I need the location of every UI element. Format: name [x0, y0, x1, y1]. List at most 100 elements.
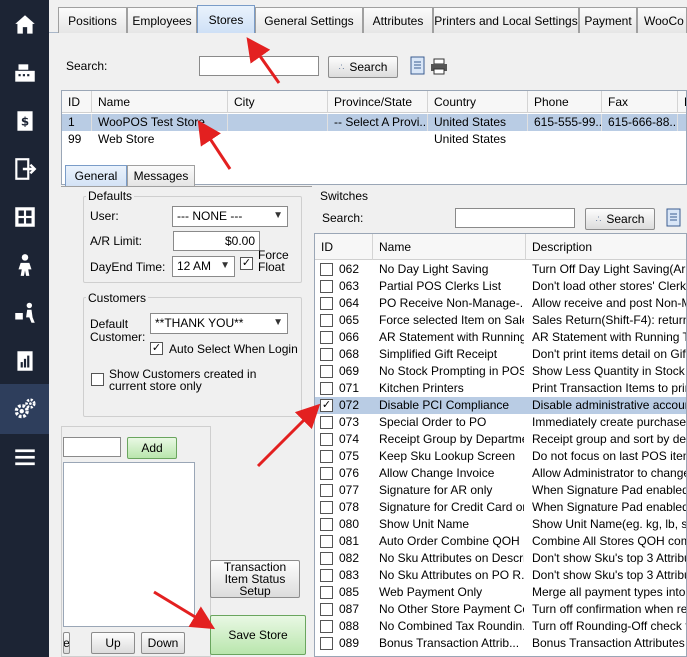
table-row[interactable]: 080 Show Unit Name Show Unit Name(eg. kg, …: [315, 516, 686, 533]
table-row[interactable]: 062 No Day Light Saving Turn Off Day Light…: [315, 261, 686, 278]
table-row[interactable]: 078 Signature for Credit Card only When Si…: [315, 499, 686, 516]
tab-wooco[interactable]: WooCo: [637, 7, 687, 33]
col-city[interactable]: City: [228, 91, 328, 113]
table-row[interactable]: 089 Bonus Transaction Attrib... Bonus Tran…: [315, 635, 686, 652]
tab-messages[interactable]: Messages: [127, 165, 195, 186]
col-switch-name[interactable]: Name: [373, 234, 526, 260]
table-row[interactable]: 077 Signature for AR only When Signature P…: [315, 482, 686, 499]
up-button[interactable]: Up: [91, 632, 135, 654]
settings-icon[interactable]: [0, 384, 49, 434]
table-row[interactable]: 1 WooPOS Test Store -- Select A Provi...…: [62, 114, 686, 131]
tab-stores[interactable]: Stores: [197, 5, 255, 33]
tab-employees[interactable]: Employees: [127, 7, 197, 33]
switch-checkbox[interactable]: [320, 297, 333, 310]
col-switch-description[interactable]: Description: [526, 234, 686, 260]
switch-checkbox[interactable]: [320, 637, 333, 650]
switch-checkbox[interactable]: [320, 518, 333, 531]
switch-checkbox[interactable]: [320, 620, 333, 633]
switches-search-input[interactable]: [455, 208, 575, 228]
table-row[interactable]: 088 No Combined Tax Roundin... Turn off Ro…: [315, 618, 686, 635]
col-province[interactable]: Province/State: [328, 91, 428, 113]
switch-checkbox[interactable]: [320, 569, 333, 582]
switch-checkbox[interactable]: [320, 280, 333, 293]
table-row[interactable]: 083 No Sku Attributes on PO R... Don't sho…: [315, 567, 686, 584]
switch-checkbox[interactable]: [320, 552, 333, 565]
table-row[interactable]: 085 Web Payment Only Merge all payment typ…: [315, 584, 686, 601]
receipt-icon[interactable]: $: [0, 96, 49, 146]
col-fax[interactable]: Fax: [602, 91, 678, 113]
switch-checkbox[interactable]: [320, 331, 333, 344]
auto-select-checkbox[interactable]: ✓: [150, 342, 163, 355]
table-row[interactable]: 99 Web Store United States: [62, 131, 686, 148]
tab-general[interactable]: General: [65, 165, 127, 186]
show-customers-checkbox[interactable]: [91, 373, 104, 386]
switch-checkbox[interactable]: [320, 450, 333, 463]
switch-checkbox[interactable]: ✓: [320, 399, 333, 412]
customer-icon[interactable]: [0, 240, 49, 290]
switch-checkbox[interactable]: [320, 586, 333, 599]
force-float-checkbox[interactable]: ✓: [240, 257, 253, 270]
switch-checkbox[interactable]: [320, 501, 333, 514]
exit-icon[interactable]: [0, 144, 49, 194]
switches-list-view-icon[interactable]: [666, 208, 682, 228]
switch-checkbox[interactable]: [320, 467, 333, 480]
table-row[interactable]: 073 Special Order to PO Immediately create…: [315, 414, 686, 431]
tab-printers-local-settings[interactable]: Printers and Local Settings: [433, 7, 579, 33]
table-row[interactable]: 076 Allow Change Invoice Allow Administrat…: [315, 465, 686, 482]
switch-checkbox[interactable]: [320, 348, 333, 361]
switch-checkbox[interactable]: [320, 365, 333, 378]
transaction-item-status-button[interactable]: Transaction Item Status Setup: [210, 560, 300, 598]
default-customer-select[interactable]: **THANK YOU** ▼: [150, 313, 288, 334]
table-row[interactable]: 075 Keep Sku Lookup Screen Do not focus on…: [315, 448, 686, 465]
save-store-button[interactable]: Save Store: [210, 615, 306, 655]
table-row[interactable]: 071 Kitchen Printers Print Transaction Ite…: [315, 380, 686, 397]
ar-limit-input[interactable]: $0.00: [173, 231, 260, 251]
switch-checkbox[interactable]: [320, 484, 333, 497]
table-row[interactable]: 074 Receipt Group by Department Receipt gr…: [315, 431, 686, 448]
table-row[interactable]: 068 Simplified Gift Receipt Don't print it…: [315, 346, 686, 363]
table-row[interactable]: 087 No Other Store Payment Co... Turn off …: [315, 601, 686, 618]
tab-general-settings[interactable]: General Settings: [255, 7, 363, 33]
reports-icon[interactable]: [0, 336, 49, 386]
switch-checkbox[interactable]: [320, 382, 333, 395]
col-name[interactable]: Name: [92, 91, 228, 113]
add-button[interactable]: Add: [127, 437, 177, 459]
table-row[interactable]: 069 No Stock Prompting in POS Show Less Qu…: [315, 363, 686, 380]
partial-button[interactable]: e: [63, 632, 70, 654]
cash-register-icon[interactable]: [0, 48, 49, 98]
home-icon[interactable]: [0, 0, 49, 50]
delivery-icon[interactable]: [0, 288, 49, 338]
dayend-select[interactable]: 12 AM ▼: [172, 256, 235, 277]
table-row[interactable]: 082 No Sku Attributes on Descri... Don't s…: [315, 550, 686, 567]
menu-icon[interactable]: [0, 432, 49, 482]
tab-positions[interactable]: Positions: [58, 7, 127, 33]
print-icon[interactable]: [430, 58, 448, 75]
tab-attributes[interactable]: Attributes: [363, 7, 433, 33]
table-row[interactable]: 065 Force selected Item on Sale... Sales R…: [315, 312, 686, 329]
col-email[interactable]: E: [678, 91, 686, 113]
col-id[interactable]: ID: [62, 91, 92, 113]
table-row[interactable]: 064 PO Receive Non-Manage-... Allow receiv…: [315, 295, 686, 312]
col-country[interactable]: Country: [428, 91, 528, 113]
table-row[interactable]: ✓ 072 Disable PCI Compliance Disable admini…: [315, 397, 686, 414]
table-row[interactable]: 063 Partial POS Clerks List Don't load oth…: [315, 278, 686, 295]
user-select[interactable]: --- NONE --- ▼: [172, 206, 288, 227]
table-row[interactable]: 081 Auto Order Combine QOH Combine All Sto…: [315, 533, 686, 550]
left-list-box[interactable]: [63, 462, 195, 627]
col-phone[interactable]: Phone: [528, 91, 602, 113]
col-switch-id[interactable]: ID: [315, 234, 373, 260]
inventory-icon[interactable]: [0, 192, 49, 242]
switch-checkbox[interactable]: [320, 416, 333, 429]
switch-checkbox[interactable]: [320, 603, 333, 616]
tab-payment[interactable]: Payment: [579, 7, 637, 33]
down-button[interactable]: Down: [141, 632, 185, 654]
list-view-icon[interactable]: [410, 56, 426, 76]
store-search-button[interactable]: ∴ Search: [328, 56, 398, 78]
switches-search-button[interactable]: ∴ Search: [585, 208, 655, 230]
switch-checkbox[interactable]: [320, 433, 333, 446]
new-item-input[interactable]: [63, 437, 121, 457]
switch-checkbox[interactable]: [320, 314, 333, 327]
store-search-input[interactable]: [199, 56, 319, 76]
table-row[interactable]: 066 AR Statement with Running... AR Statem…: [315, 329, 686, 346]
switch-checkbox[interactable]: [320, 535, 333, 548]
